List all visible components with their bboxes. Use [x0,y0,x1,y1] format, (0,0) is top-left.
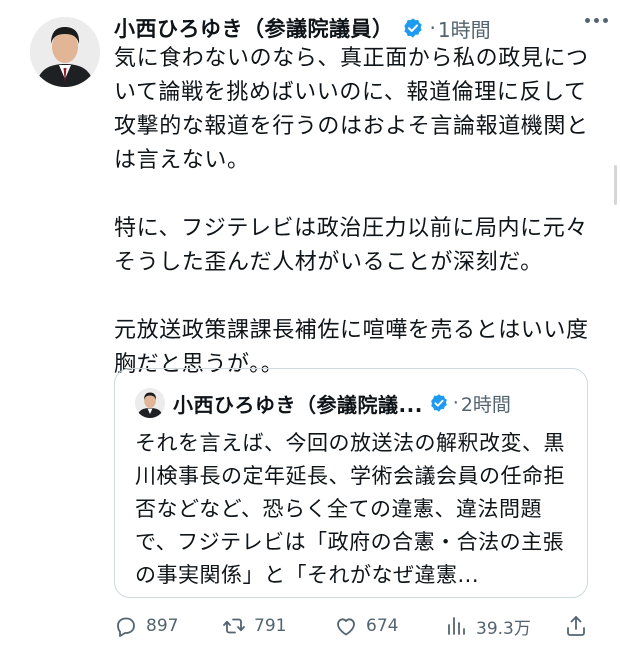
tweet-body: 気に食わないのなら、真正面から私の政見について論戦を挑めばいいのに、報道倫理に反… [114,42,604,382]
views-icon [448,617,465,635]
like-button[interactable]: 674 [334,610,398,642]
quoted-tweet-time: 2時間 [460,393,511,416]
quoted-tweet[interactable]: 小西ひろゆき（参議院議... · 2時間 それを言えば、今回の放送法の解釈改変、… [114,368,588,598]
quoted-author-name: 小西ひろゆき（参議院議... [173,392,423,417]
reply-count: 897 [146,616,179,636]
quoted-time-separator: · [452,392,459,414]
retweet-count: 791 [254,616,287,636]
views-count: 39.3万 [476,618,531,639]
share-button[interactable] [564,610,588,642]
scrollbar[interactable] [614,165,617,205]
tweet[interactable]: 小西ひろゆき（参議院議員） · 1時間 気に食わないのなら、真正面から私の政見に… [0,0,620,652]
author-name[interactable]: 小西ひろゆき（参議院議員） [114,13,394,43]
quoted-avatar [135,388,165,418]
like-icon [337,618,355,636]
quoted-tweet-text: それを言えば、今回の放送法の解釈改変、黒川検事長の定年延長、学術会議会員の任命拒… [135,431,565,587]
time-separator: · [429,16,436,40]
reply-icon [117,617,135,637]
views-button[interactable]: 39.3万 [444,610,531,642]
tweet-paragraph-1: 気に食わないのなら、真正面から私の政見について論戦を挑めばいいのに、報道倫理に反… [114,46,589,173]
retweet-icon [223,618,245,634]
share-icon [567,616,585,636]
verified-badge-icon [430,394,447,412]
avatar[interactable] [30,17,100,87]
action-bar: 897 791 674 39.3万 [114,610,594,642]
more-icon[interactable] [585,8,608,32]
tweet-time[interactable]: 1時間 [438,14,491,43]
retweet-button[interactable]: 791 [222,610,286,642]
like-count: 674 [366,616,399,636]
reply-button[interactable]: 897 [114,610,178,642]
verified-badge-icon [403,18,422,38]
tweet-paragraph-2: 特に、フジテレビは政治圧力以前に局内に元々そうした歪んだ人材がいることが深刻だ。 [114,216,588,275]
quoted-tweet-header: 小西ひろゆき（参議院議... · 2時間 [135,387,571,419]
